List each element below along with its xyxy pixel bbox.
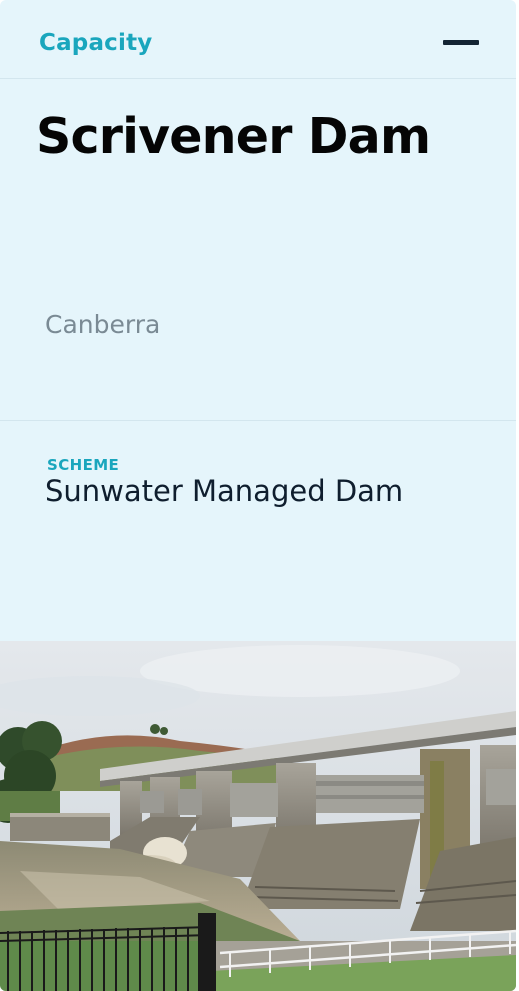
section-divider: [0, 420, 516, 421]
dam-name: Scrivener Dam: [36, 108, 431, 165]
scheme-value: Sunwater Managed Dam: [45, 474, 404, 508]
dam-location: Canberra: [45, 310, 161, 339]
header-title[interactable]: Capacity: [39, 30, 153, 56]
dam-card: Capacity Scrivener Dam Canberra SCHEME S…: [0, 0, 516, 991]
minus-icon: [443, 40, 479, 45]
collapse-button[interactable]: [438, 30, 484, 58]
dam-photo: [0, 641, 516, 991]
card-header: Capacity: [0, 0, 516, 79]
scheme-label: SCHEME: [47, 456, 120, 474]
